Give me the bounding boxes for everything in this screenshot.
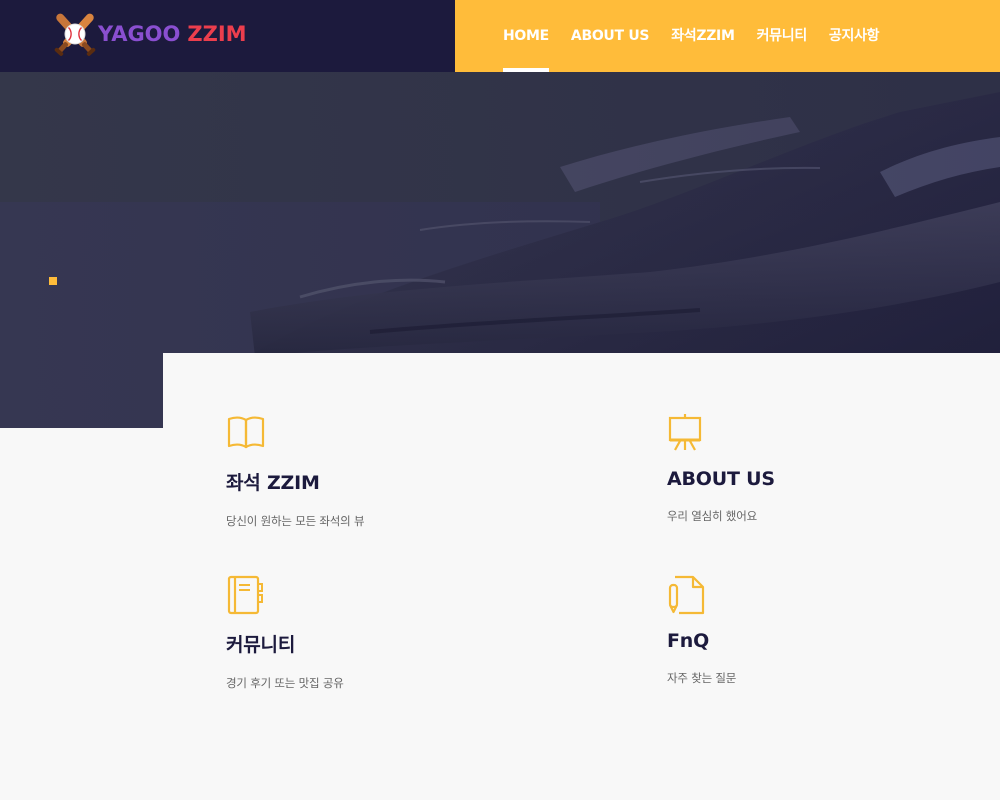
slider-indicator-dot[interactable] bbox=[49, 277, 57, 285]
feature-description: 우리 열심히 했어요 bbox=[667, 509, 757, 523]
header-brand-area: YAGOO ZZIM bbox=[0, 0, 455, 72]
feature-title: 커뮤니티 bbox=[226, 634, 296, 656]
feature-description: 당신이 원하는 모든 좌석의 뷰 bbox=[226, 514, 365, 528]
feature-about-us[interactable]: ABOUT US 우리 열심히 했어요 bbox=[667, 413, 997, 524]
easel-presentation-icon bbox=[668, 414, 702, 451]
feature-seat-zzim[interactable]: 좌석 ZZIM 당신이 원하는 모든 좌석의 뷰 bbox=[226, 413, 556, 529]
feature-title: ABOUT US bbox=[667, 468, 775, 490]
logo-word-zzim: ZZIM bbox=[187, 22, 247, 46]
site-header: YAGOO ZZIM HOME ABOUT US 좌석ZZIM 커뮤니티 공지사항 bbox=[0, 0, 1000, 72]
header-nav-area: HOME ABOUT US 좌석ZZIM 커뮤니티 공지사항 bbox=[455, 0, 1000, 72]
open-book-icon bbox=[227, 416, 265, 449]
nav-notice[interactable]: 공지사항 bbox=[829, 0, 880, 72]
feature-community[interactable]: 커뮤니티 경기 후기 또는 맛집 공유 bbox=[226, 575, 556, 691]
feature-description: 경기 후기 또는 맛집 공유 bbox=[226, 676, 344, 690]
feature-fnq[interactable]: FnQ 자주 찾는 질문 bbox=[667, 575, 997, 686]
notebook-icon bbox=[227, 575, 263, 615]
nav-community[interactable]: 커뮤니티 bbox=[757, 0, 808, 72]
document-pen-icon bbox=[668, 575, 705, 615]
feature-description: 자주 찾는 질문 bbox=[667, 671, 737, 685]
site-logo[interactable]: YAGOO ZZIM bbox=[50, 6, 247, 62]
features-panel: 좌석 ZZIM 당신이 원하는 모든 좌석의 뷰 ABOUT US 우리 열심히… bbox=[163, 353, 1000, 800]
logo-word-yagoo: YAGOO bbox=[98, 22, 181, 46]
nav-seat-zzim[interactable]: 좌석ZZIM bbox=[671, 0, 735, 72]
nav-about-us[interactable]: ABOUT US bbox=[571, 0, 650, 72]
crossed-bats-baseball-icon bbox=[54, 13, 96, 56]
logo-text: YAGOO ZZIM bbox=[98, 22, 247, 46]
feature-title: FnQ bbox=[667, 630, 710, 652]
nav-home[interactable]: HOME bbox=[503, 0, 549, 72]
main-nav: HOME ABOUT US 좌석ZZIM 커뮤니티 공지사항 bbox=[503, 0, 901, 72]
feature-title: 좌석 ZZIM bbox=[226, 472, 320, 494]
